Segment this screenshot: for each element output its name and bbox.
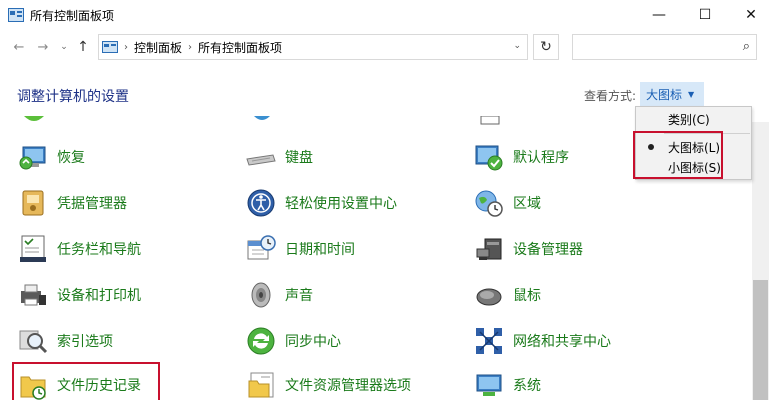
item-ease-of-access[interactable]: 轻松使用设置中心 [245, 186, 397, 220]
item-label: 文件资源管理器选项 [285, 378, 411, 394]
refresh-button[interactable]: ↻ [533, 34, 559, 60]
printer-icon [21, 284, 46, 306]
item-label: 轻松使用设置中心 [285, 196, 397, 212]
chevron-right-icon: › [124, 41, 128, 53]
search-icon: ⌕ [742, 39, 750, 54]
recovery-icon [19, 146, 46, 170]
control-panel-icon [102, 41, 118, 53]
sync-icon [247, 327, 275, 355]
minimize-button[interactable]: — [636, 0, 682, 30]
control-panel-window: 所有控制面板项 — ☐ ✕ ← → ⌄ ↑ › 控制面板 › 所有控制面板项 ⌄… [0, 0, 769, 400]
item-label: 键盘 [285, 150, 313, 166]
breadcrumb-control-panel[interactable]: 控制面板 [134, 39, 182, 56]
back-button[interactable]: ← [10, 36, 28, 58]
menu-item-category[interactable]: 类别(C) [636, 109, 751, 129]
view-by-value: 大图标 [646, 87, 683, 102]
highlight-box-file-history [12, 362, 160, 400]
item-keyboard[interactable]: 键盘 [245, 140, 313, 174]
caret-down-icon: ▼ [688, 89, 695, 99]
item-device-manager[interactable]: 设备管理器 [473, 232, 583, 266]
partial-item-icon [24, 116, 44, 121]
taskbar-icon [20, 235, 46, 262]
item-label: 索引选项 [57, 334, 113, 350]
globe-clock-icon [475, 190, 503, 217]
item-label: 设备管理器 [513, 242, 583, 258]
title-bar: 所有控制面板项 — ☐ ✕ [0, 0, 769, 30]
item-devices-printers[interactable]: 设备和打印机 [17, 278, 141, 312]
item-label: 同步中心 [285, 334, 341, 350]
item-label: 鼠标 [513, 288, 541, 304]
control-panel-icon [8, 8, 24, 22]
ease-of-access-icon [247, 189, 275, 217]
item-file-explorer-options[interactable]: 文件资源管理器选项 [245, 368, 411, 400]
chevron-down-icon[interactable]: ⌄ [513, 41, 521, 51]
view-by-selector[interactable]: 大图标 ▼ [640, 82, 704, 106]
window-title: 所有控制面板项 [30, 9, 115, 23]
item-label: 默认程序 [513, 150, 569, 166]
item-label: 设备和打印机 [57, 288, 141, 304]
item-mouse[interactable]: 鼠标 [473, 278, 541, 312]
item-label: 声音 [285, 288, 313, 304]
indexing-icon [19, 330, 48, 354]
page-title: 调整计算机的设置 [17, 89, 129, 105]
breadcrumb-all-items[interactable]: 所有控制面板项 [198, 39, 282, 56]
credential-manager-icon [22, 190, 44, 216]
item-default-programs[interactable]: 默认程序 [473, 140, 569, 174]
partial-item-icon [480, 116, 500, 125]
search-input[interactable]: ⌕ [572, 34, 757, 60]
recent-locations-button[interactable]: ⌄ [58, 36, 70, 58]
keyboard-icon [246, 154, 276, 166]
chevron-right-icon[interactable]: › [188, 42, 192, 53]
speaker-icon [251, 282, 271, 308]
calendar-clock-icon [247, 235, 276, 260]
address-bar[interactable]: › 控制面板 › 所有控制面板项 ⌄ [98, 34, 528, 60]
up-button[interactable]: ↑ [74, 36, 92, 58]
system-icon [476, 374, 502, 396]
item-label: 凭据管理器 [57, 196, 127, 212]
item-label: 日期和时间 [285, 242, 355, 258]
item-label: 恢复 [57, 150, 85, 166]
item-date-time[interactable]: 日期和时间 [245, 232, 355, 266]
partial-item-icon [254, 116, 270, 120]
view-by-label: 查看方式: [584, 89, 637, 103]
item-system[interactable]: 系统 [473, 368, 541, 400]
item-network-sharing[interactable]: 网络和共享中心 [473, 324, 611, 358]
item-label: 任务栏和导航 [57, 242, 141, 258]
navigation-bar: ← → ⌄ ↑ › 控制面板 › 所有控制面板项 ⌄ ↻ ⌕ [0, 32, 769, 62]
item-sound[interactable]: 声音 [245, 278, 313, 312]
item-recovery[interactable]: 恢复 [17, 140, 85, 174]
item-label: 区域 [513, 196, 541, 212]
close-button[interactable]: ✕ [728, 0, 769, 30]
item-indexing-options[interactable]: 索引选项 [17, 324, 113, 358]
item-label: 网络和共享中心 [513, 334, 611, 350]
item-taskbar-navigation[interactable]: 任务栏和导航 [17, 232, 141, 266]
network-icon [476, 328, 502, 354]
item-label: 系统 [513, 378, 541, 394]
forward-button[interactable]: → [34, 36, 52, 58]
maximize-button[interactable]: ☐ [682, 0, 728, 30]
mouse-icon [476, 288, 502, 306]
item-credential-manager[interactable]: 凭据管理器 [17, 186, 127, 220]
item-region[interactable]: 区域 [473, 186, 541, 220]
scrollbar-thumb[interactable] [753, 280, 768, 400]
folder-options-icon [248, 372, 274, 398]
highlight-box-view-options [633, 131, 723, 179]
device-manager-icon [476, 238, 502, 260]
default-programs-icon [475, 145, 503, 171]
item-sync-center[interactable]: 同步中心 [245, 324, 341, 358]
